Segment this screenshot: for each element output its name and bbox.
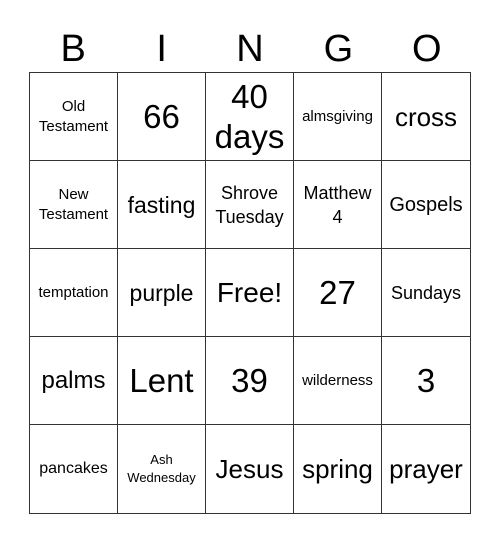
bingo-cell: cross <box>382 73 470 161</box>
bingo-cell: almsgiving <box>294 73 382 161</box>
bingo-cell: pancakes <box>30 425 118 513</box>
bingo-cell: Gospels <box>382 161 470 249</box>
bingo-cell: Lent <box>118 337 206 425</box>
bingo-cell: Jesus <box>206 425 294 513</box>
bingo-cell: 3 <box>382 337 470 425</box>
bingo-cell: temptation <box>30 249 118 337</box>
header-letter-g: G <box>323 28 354 70</box>
bingo-cell-free: Free! <box>206 249 294 337</box>
bingo-cell: 39 <box>206 337 294 425</box>
bingo-cell: 40 days <box>206 73 294 161</box>
bingo-cell: 66 <box>118 73 206 161</box>
bingo-cell: fasting <box>118 161 206 249</box>
bingo-cell: Matthew 4 <box>294 161 382 249</box>
bingo-header: B I N G O <box>29 26 471 72</box>
bingo-cell: Shrove Tuesday <box>206 161 294 249</box>
bingo-cell: Sundays <box>382 249 470 337</box>
bingo-grid: Old Testament 66 40 days almsgiving cros… <box>29 72 471 514</box>
header-letter-o: O <box>412 28 442 70</box>
header-letter-n: N <box>236 28 264 70</box>
bingo-cell: New Testament <box>30 161 118 249</box>
bingo-cell: spring <box>294 425 382 513</box>
bingo-cell: purple <box>118 249 206 337</box>
bingo-cell: prayer <box>389 454 463 484</box>
header-letter-b: B <box>60 28 86 70</box>
header-letter-i: I <box>156 28 167 70</box>
bingo-cell: Ash Wednesday <box>118 425 206 513</box>
bingo-cell: 27 <box>294 249 382 337</box>
bingo-cell: wilderness <box>294 337 382 425</box>
bingo-cell: palms <box>30 337 118 425</box>
bingo-cell: Old Testament <box>30 73 118 161</box>
